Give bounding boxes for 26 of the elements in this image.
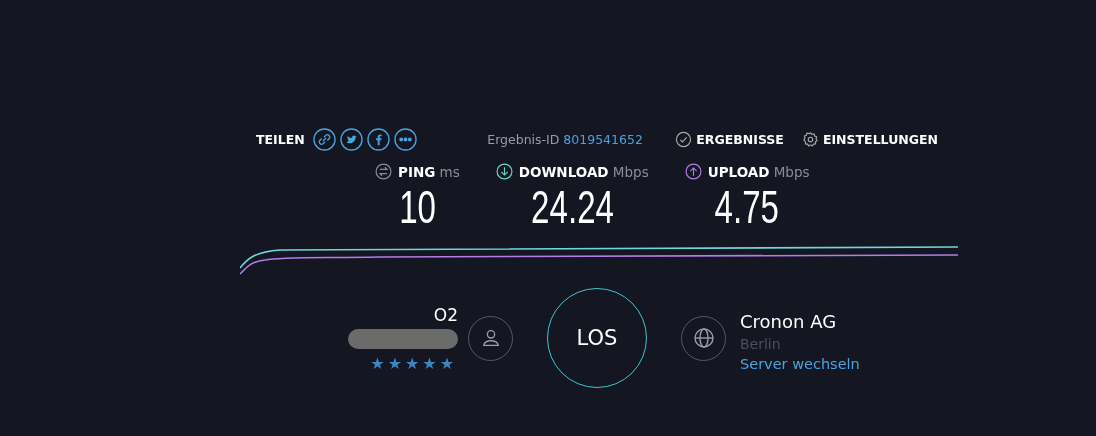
more-icon[interactable] <box>393 127 417 151</box>
metric-label: UPLOAD Mbps <box>707 163 810 180</box>
change-server-link[interactable]: Server wechseln <box>740 355 860 372</box>
ping-icon <box>375 163 392 180</box>
metric-value: 10 <box>398 182 436 232</box>
server-name: Cronon AG <box>740 310 838 332</box>
result-id-link[interactable]: 8019541652 <box>563 131 643 147</box>
nav-link[interactable]: ERGEBNISSE <box>696 131 784 147</box>
nav-link[interactable]: EINSTELLUNGEN <box>822 131 938 147</box>
metric-label: PING ms <box>398 163 460 180</box>
share-label: TEILEN <box>256 131 305 147</box>
server-city: Berlin <box>740 335 782 352</box>
rating-stars: ★ ★ ★ ★ ★ <box>370 355 454 372</box>
download-icon <box>495 163 513 180</box>
link-icon[interactable] <box>312 127 336 151</box>
metric-label: DOWNLOAD Mbps <box>518 163 649 180</box>
result-id-label: Ergebnis-ID <box>487 131 560 147</box>
settings-icon <box>801 130 819 148</box>
upload-icon <box>684 163 702 180</box>
metric-value: 24.24 <box>530 182 614 232</box>
metric-value: 4.75 <box>714 182 780 232</box>
check-icon <box>675 130 693 148</box>
start-button[interactable]: LOS <box>547 288 647 388</box>
provider-name: O2 <box>433 304 458 325</box>
facebook-icon[interactable] <box>366 127 390 151</box>
bird-icon[interactable] <box>339 127 363 151</box>
